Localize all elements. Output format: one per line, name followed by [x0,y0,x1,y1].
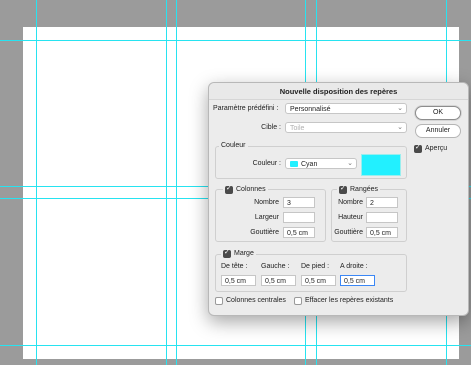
center-columns-label: Colonnes centrales [226,297,286,304]
margin-top-field[interactable]: 0,5 cm [221,275,256,286]
margin-bottom-label: De pied : [301,263,330,270]
rows-checkbox[interactable] [339,184,347,194]
center-columns-checkbox[interactable] [215,297,223,305]
rows-number-field[interactable]: 2 [366,197,398,208]
preview-checkbox[interactable] [414,143,422,153]
chevron-down-icon: ⌄ [397,105,403,112]
clear-guides-label: Effacer les repères existants [305,297,394,304]
dialog-title: Nouvelle disposition des repères [279,87,398,96]
margin-right-field[interactable]: 0,5 cm [340,275,375,286]
rows-height-field[interactable] [366,212,398,223]
new-guide-layout-dialog: Nouvelle disposition des repères Paramèt… [208,82,469,316]
columns-number-label: Nombre [254,199,279,206]
color-label: Couleur : [252,160,281,167]
target-value: Toile [290,124,305,132]
preset-label: Paramètre prédéfini : [213,105,279,112]
target-select: Toile ⌄ [285,122,407,133]
color-group-title: Couleur [219,142,248,149]
clear-guides-checkbox[interactable] [294,297,302,305]
cancel-button[interactable]: Annuler [415,124,461,138]
dialog-titlebar[interactable]: Nouvelle disposition des repères [209,83,468,100]
color-mini-swatch [290,161,298,167]
margin-right-label: A droite : [340,263,368,270]
columns-width-field[interactable] [283,212,315,223]
chevron-down-icon: ⌄ [347,160,353,167]
margin-group [215,254,407,292]
margin-top-label: De tête : [221,263,248,270]
margin-left-label: Gauche : [261,263,290,270]
color-select[interactable]: Cyan ⌄ [285,158,357,169]
preview-label: Aperçu [425,145,448,152]
vertical-guide[interactable] [176,0,177,365]
columns-number-field[interactable]: 3 [283,197,315,208]
margin-checkbox[interactable] [223,248,231,258]
color-value: Cyan [301,160,318,168]
vertical-guide[interactable] [36,0,37,365]
target-label: Cible : [261,124,281,131]
vertical-guide[interactable] [166,0,167,365]
preset-select[interactable]: Personnalisé ⌄ [285,103,407,114]
rows-gutter-label: Gouttière [334,229,363,236]
columns-gutter-label: Gouttière [250,229,279,236]
rows-height-label: Hauteur [338,214,363,221]
ok-button[interactable]: OK [415,106,461,120]
horizontal-guide[interactable] [0,345,471,346]
horizontal-guide[interactable] [0,40,471,41]
margin-left-field[interactable]: 0,5 cm [261,275,296,286]
rows-number-label: Nombre [338,199,363,206]
chevron-down-icon: ⌄ [397,124,403,131]
rows-gutter-field[interactable]: 0,5 cm [366,227,398,238]
columns-width-label: Largeur [254,214,279,221]
preset-value: Personnalisé [290,105,331,113]
columns-checkbox[interactable] [225,184,233,194]
color-swatch[interactable] [361,154,401,176]
columns-gutter-field[interactable]: 0,5 cm [283,227,315,238]
margin-bottom-field[interactable]: 0,5 cm [301,275,336,286]
